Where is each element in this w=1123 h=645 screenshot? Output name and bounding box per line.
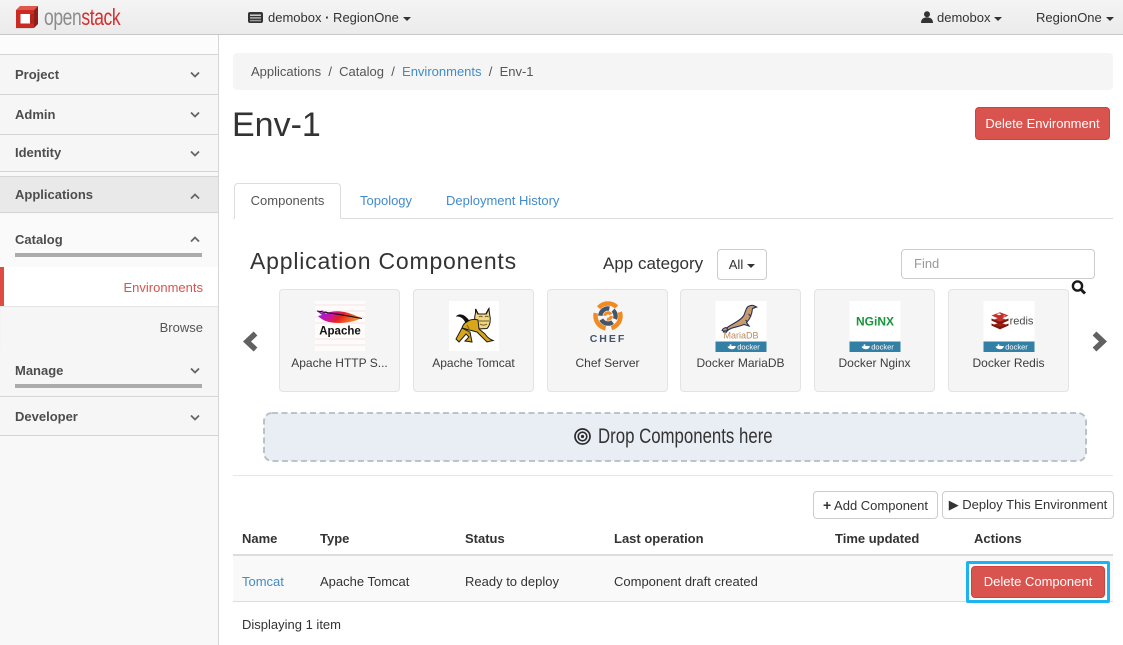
svg-text:docker: docker (737, 342, 760, 351)
svg-text:NGiNX: NGiNX (855, 315, 893, 329)
svg-text:Apache: Apache (319, 326, 361, 338)
svg-text:docker: docker (1005, 342, 1028, 351)
svg-text:CHEF: CHEF (589, 333, 626, 345)
svg-text:docker: docker (871, 342, 894, 351)
svg-text:redis: redis (1009, 316, 1033, 328)
svg-text:MariaDB: MariaDB (723, 331, 758, 341)
